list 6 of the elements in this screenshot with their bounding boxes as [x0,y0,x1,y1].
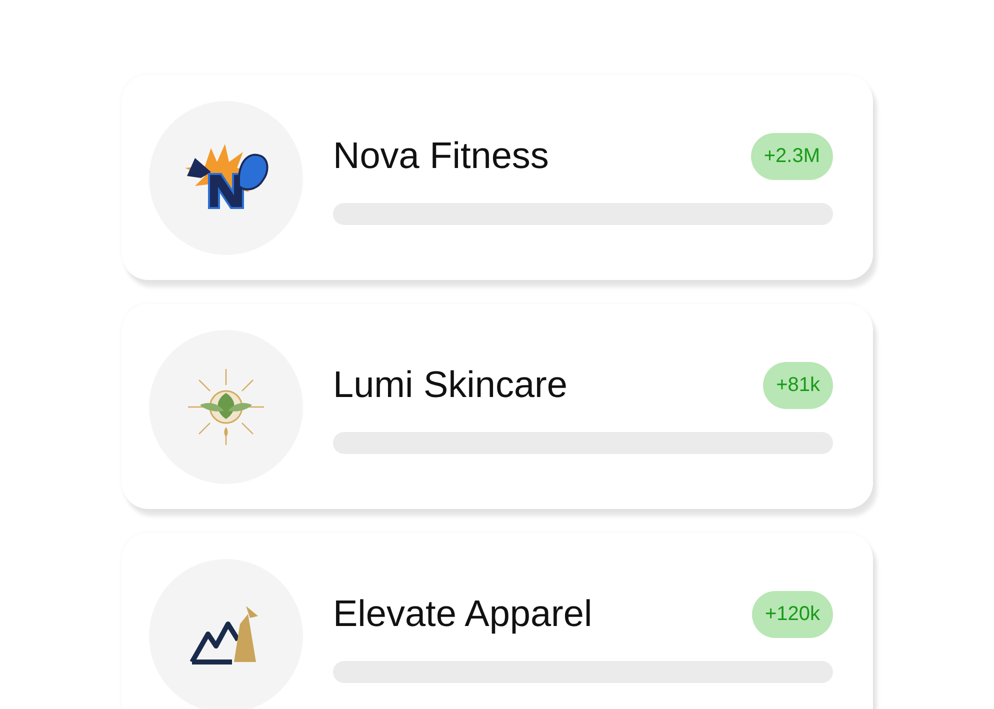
growth-badge: +2.3M [750,132,833,180]
brand-name: Lumi Skincare [333,364,568,406]
growth-badge: +81k [763,362,833,408]
growth-badge: +120k [752,590,833,638]
brand-name: Nova Fitness [333,135,549,177]
brand-name: Elevate Apparel [333,593,592,635]
